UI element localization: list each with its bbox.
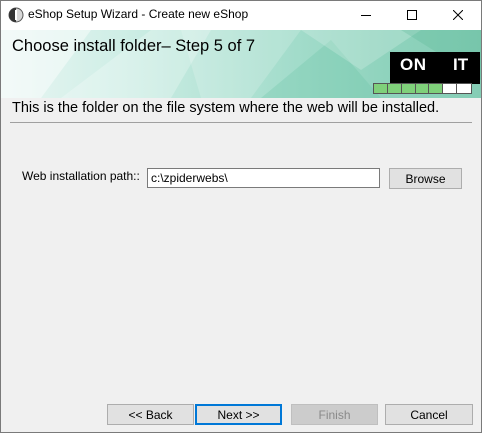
window-title: eShop Setup Wizard - Create new eShop	[28, 7, 249, 21]
progress-segment	[429, 84, 444, 93]
progress-segment	[415, 84, 430, 93]
header-divider	[10, 122, 472, 123]
title-bar[interactable]: eShop Setup Wizard - Create new eShop	[1, 1, 481, 30]
progress-segment	[374, 84, 388, 93]
progress-segment	[387, 84, 402, 93]
close-icon	[452, 9, 464, 23]
maximize-icon	[407, 9, 417, 23]
step-progress-bar	[373, 83, 472, 94]
wizard-banner: Choose install folder– Step 5 of 7 ON IT	[1, 30, 481, 98]
web-installation-path-input[interactable]	[147, 168, 380, 188]
minimize-button[interactable]	[343, 1, 389, 30]
cancel-button[interactable]: Cancel	[385, 404, 473, 425]
progress-segment	[457, 84, 471, 93]
maximize-button[interactable]	[389, 1, 435, 30]
browse-button[interactable]: Browse	[389, 168, 462, 189]
progress-segment	[443, 84, 458, 93]
logo-text-it: IT	[453, 55, 469, 74]
path-label: Web installation path::	[22, 169, 140, 183]
step-title: Choose install folder– Step 5 of 7	[12, 37, 256, 55]
setup-wizard-window: eShop Setup Wizard - Create new eShop Ch…	[0, 0, 482, 433]
finish-button: Finish	[291, 404, 378, 425]
progress-segment	[401, 84, 416, 93]
close-button[interactable]	[435, 1, 481, 30]
app-icon	[8, 7, 24, 23]
back-button[interactable]: << Back	[107, 404, 194, 425]
minimize-icon	[361, 9, 371, 23]
step-description: This is the folder on the file system wh…	[12, 100, 440, 116]
next-button[interactable]: Next >>	[195, 404, 282, 425]
logo-text-on: ON	[400, 55, 427, 74]
